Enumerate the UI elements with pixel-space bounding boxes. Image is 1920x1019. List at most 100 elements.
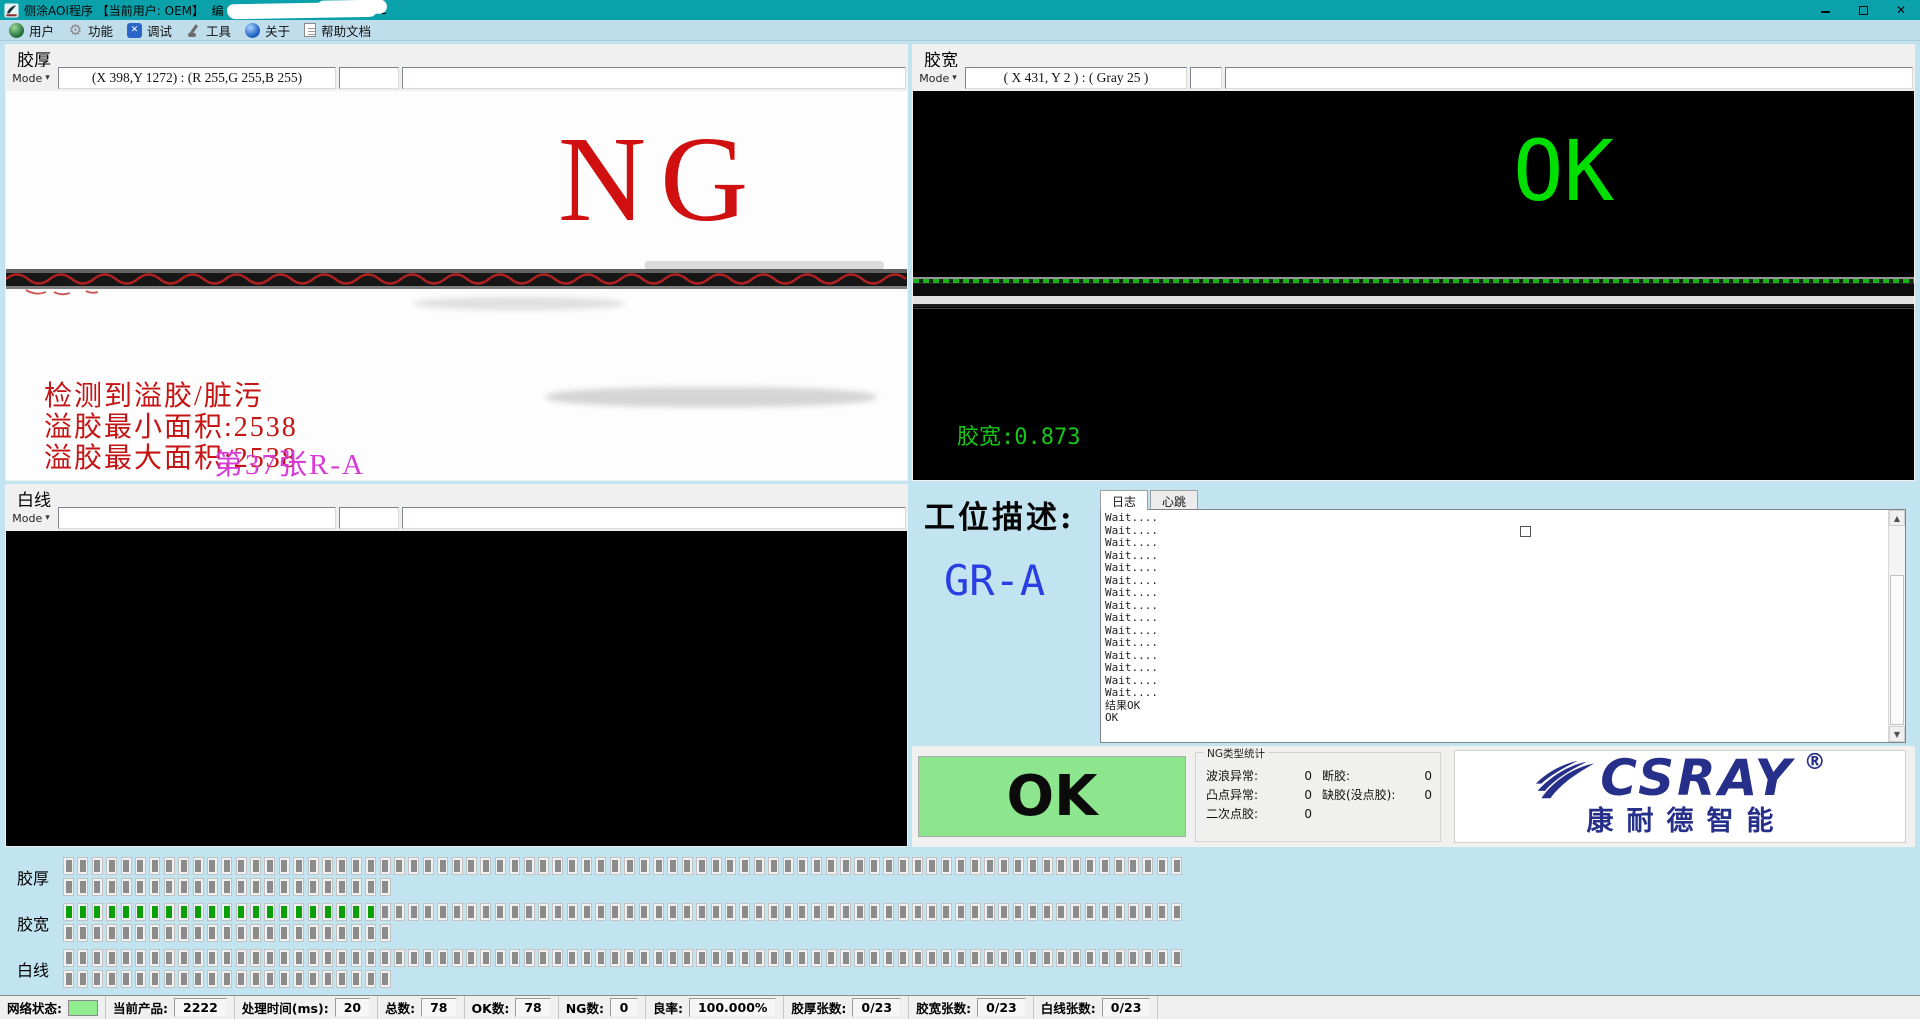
frame-cell <box>1013 903 1024 921</box>
frame-cell <box>639 857 650 875</box>
frame-cell <box>466 857 477 875</box>
menu-item-function[interactable]: 功能 <box>64 20 123 41</box>
log-entry: Wait.... <box>1105 537 1885 550</box>
frame-cell <box>883 949 894 967</box>
frame-cell <box>826 857 837 875</box>
frame-cell <box>221 924 232 942</box>
frame-cell <box>1142 903 1153 921</box>
station-desc-label: 工位描述: <box>924 492 1074 537</box>
frame-cell <box>898 903 909 921</box>
close-button[interactable]: ✕ <box>1882 0 1920 20</box>
frame-cell <box>912 857 923 875</box>
frame-cell <box>883 857 894 875</box>
log-entry: Wait.... <box>1105 625 1885 638</box>
frame-cell <box>1157 903 1168 921</box>
frame-cell <box>423 857 434 875</box>
ng-stat-value: 0 <box>1304 786 1316 805</box>
ng-stat-label: 断胶: <box>1322 767 1350 786</box>
frame-cell <box>264 949 275 967</box>
log-entry: Wait.... <box>1105 637 1885 650</box>
frame-cell <box>322 878 333 896</box>
frame-cell <box>1099 949 1110 967</box>
band-layer <box>913 296 1914 304</box>
status-value: 0/23 <box>977 998 1026 1017</box>
log-entry: Wait.... <box>1105 687 1885 700</box>
frame-cell <box>250 857 261 875</box>
menu-item-help[interactable]: 帮助文档 <box>300 20 381 41</box>
frame-cell <box>106 970 117 988</box>
frame-cell <box>610 949 621 967</box>
frame-cell <box>308 924 319 942</box>
frame-cell <box>250 903 261 921</box>
frame-cell <box>667 903 678 921</box>
frame-cell <box>1085 903 1096 921</box>
frame-cell <box>221 970 232 988</box>
frame-cell <box>998 949 1009 967</box>
frame-cell <box>639 949 650 967</box>
frame-cell <box>308 949 319 967</box>
status-label: 当前产品: <box>113 998 168 1017</box>
frame-cell <box>1070 903 1081 921</box>
ng-stats-col1: 波浪异常:0凸点异常:0二次点胶:0 <box>1206 767 1316 824</box>
small-field <box>1190 67 1222 89</box>
frame-cell <box>207 878 218 896</box>
debug-icon <box>127 23 142 38</box>
frame-cell <box>121 970 132 988</box>
frame-cell <box>869 857 880 875</box>
progress-group-thickness: 胶厚 <box>5 857 1182 896</box>
mode-dropdown[interactable]: Mode <box>7 67 55 89</box>
tab-log[interactable]: 日志 <box>1100 490 1148 510</box>
frame-cell <box>826 949 837 967</box>
frame-cell <box>970 857 981 875</box>
frame-cell <box>912 903 923 921</box>
progress-rows <box>63 903 1182 942</box>
maximize-button[interactable] <box>1844 0 1882 20</box>
log-entry: OK <box>1105 712 1885 725</box>
frame-cell <box>610 857 621 875</box>
frame-cell <box>250 924 261 942</box>
mode-dropdown[interactable]: Mode <box>7 507 55 529</box>
menu-item-about[interactable]: 关于 <box>241 20 300 41</box>
frame-cell <box>955 903 966 921</box>
menu-item-debug[interactable]: 调试 <box>123 20 182 41</box>
frame-cell <box>495 949 506 967</box>
min-area-message: 溢胶最小面积:2538 <box>44 412 298 443</box>
frame-cell <box>624 903 635 921</box>
status-label: 胶宽张数: <box>916 998 971 1017</box>
small-field <box>339 507 399 529</box>
frame-cell <box>797 903 808 921</box>
status-value: 78 <box>421 998 456 1017</box>
result-banner: OK <box>918 756 1186 837</box>
status-ng-count: NG数:0 <box>559 996 646 1019</box>
frame-cell <box>667 949 678 967</box>
frame-cell <box>1085 857 1096 875</box>
scroll-down-icon[interactable] <box>1889 726 1905 742</box>
frame-cell <box>63 949 74 967</box>
frame-cell <box>898 949 909 967</box>
frame-cell <box>1027 857 1038 875</box>
frame-cell <box>236 903 247 921</box>
tab-heartbeat[interactable]: 心跳 <box>1150 490 1198 510</box>
scroll-up-icon[interactable] <box>1889 510 1905 526</box>
checkbox[interactable] <box>1520 526 1531 537</box>
menu-item-label: 帮助文档 <box>321 21 371 40</box>
minimize-button[interactable] <box>1806 0 1844 20</box>
menu-item-user[interactable]: 用户 <box>5 20 64 41</box>
frame-cell <box>264 878 275 896</box>
frame-cell <box>1114 903 1125 921</box>
frame-cell <box>149 949 160 967</box>
frame-cell <box>164 903 175 921</box>
frame-cell <box>466 949 477 967</box>
log-scrollbar[interactable] <box>1888 510 1905 742</box>
log-panel: 日志心跳 Wait....Wait....Wait....Wait....Wai… <box>1100 490 1906 743</box>
gear-icon <box>68 23 83 38</box>
frame-cell <box>279 970 290 988</box>
frame-cell <box>380 949 391 967</box>
mode-dropdown[interactable]: Mode <box>914 67 962 89</box>
frame-cell <box>293 857 304 875</box>
smudge <box>546 387 876 407</box>
mode-row: Mode <box>5 507 908 529</box>
frame-cell <box>1171 903 1182 921</box>
scroll-thumb[interactable] <box>1890 575 1904 725</box>
menu-item-tools[interactable]: 工具 <box>182 20 241 41</box>
